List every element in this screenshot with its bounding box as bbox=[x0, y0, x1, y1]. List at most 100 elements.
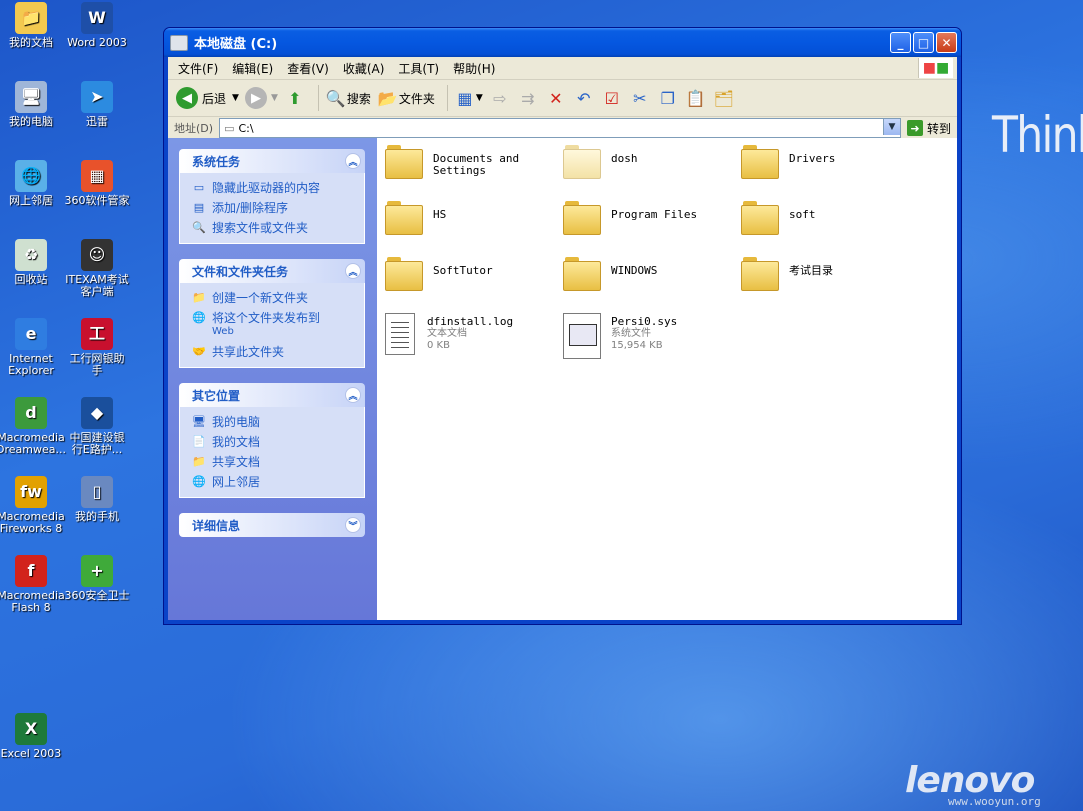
task-link[interactable]: 🌐 将这个文件夹发布到 Web bbox=[192, 311, 354, 339]
cut-button[interactable]: ✂ bbox=[629, 87, 651, 109]
desktop-icon[interactable]: ◆ 中国建设银 行E路护... bbox=[58, 397, 136, 456]
folder-icon bbox=[741, 145, 779, 179]
task-link-text: 共享文档 bbox=[212, 455, 260, 469]
menu-tools[interactable]: 工具(T) bbox=[398, 60, 439, 77]
file-item[interactable]: Persi0.sys 系统文件 15,954 KB bbox=[563, 313, 733, 359]
views-button[interactable]: ▦ ▼ bbox=[454, 87, 482, 109]
properties-button[interactable]: ☑ bbox=[601, 87, 623, 109]
search-button[interactable]: 🔍 搜索 bbox=[325, 87, 371, 109]
task-panel-header[interactable]: 其它位置 ︽ bbox=[179, 383, 365, 407]
up-folder-button[interactable]: ⬆ bbox=[284, 87, 306, 109]
file-type: 文本文档 bbox=[427, 328, 467, 339]
desktop-app-icon: ▯ bbox=[81, 476, 113, 508]
task-panel-header[interactable]: 详细信息 ︾ bbox=[179, 513, 365, 537]
address-value: C:\ bbox=[238, 121, 254, 135]
documents-icon: 📄 bbox=[192, 435, 206, 448]
task-panel-header[interactable]: 系统任务 ︽ bbox=[179, 149, 365, 173]
delete-button[interactable]: ✕ bbox=[545, 87, 567, 109]
task-link[interactable]: ▭ 隐藏此驱动器的内容 bbox=[192, 181, 354, 195]
forward-button[interactable]: ▶ ▼ bbox=[244, 87, 278, 109]
file-info: dfinstall.log 文本文档 0 KB bbox=[427, 313, 513, 352]
menu-edit[interactable]: 编辑(E) bbox=[232, 60, 273, 77]
copy-button[interactable]: ❐ bbox=[657, 87, 679, 109]
task-link[interactable]: 🤝 共享此文件夹 bbox=[192, 345, 354, 359]
desktop-icon[interactable]: ☺ ITEXAM考试 客户端 bbox=[58, 239, 136, 298]
move-to-button[interactable]: ⇨ bbox=[489, 87, 511, 109]
task-link-label: 将这个文件夹发布到 bbox=[212, 311, 321, 325]
task-panel-title: 详细信息 bbox=[192, 518, 241, 533]
undo-button[interactable]: ↶ bbox=[573, 87, 595, 109]
menu-favorites[interactable]: 收藏(A) bbox=[343, 60, 385, 77]
folder-item[interactable]: SoftTutor bbox=[385, 257, 555, 291]
share-icon: 🤝 bbox=[192, 345, 206, 358]
go-arrow-icon: ➜ bbox=[906, 120, 923, 136]
collapse-icon[interactable]: ︽ bbox=[345, 387, 361, 403]
desktop-icon-label: 我的手机 bbox=[75, 510, 119, 523]
task-link[interactable]: 📁 共享文档 bbox=[192, 455, 354, 469]
chevron-down-icon[interactable]: ▼ bbox=[882, 119, 900, 135]
menu-help[interactable]: 帮助(H) bbox=[453, 60, 495, 77]
task-panel-title: 其它位置 bbox=[192, 388, 241, 403]
collapse-icon[interactable]: ︽ bbox=[345, 153, 361, 169]
desktop-icon[interactable]: X Excel 2003 bbox=[0, 713, 70, 760]
folder-item[interactable]: Drivers bbox=[741, 145, 911, 179]
desktop-app-icon: f bbox=[15, 555, 47, 587]
go-button[interactable]: ➜ 转到 bbox=[906, 120, 951, 137]
folder-options-button[interactable]: 🗂 bbox=[713, 87, 735, 109]
copy-icon: ❐ bbox=[660, 88, 675, 108]
folder-item[interactable]: Documents and Settings bbox=[385, 145, 555, 179]
task-link[interactable]: 🔍 搜索文件或文件夹 bbox=[192, 221, 354, 235]
text-document-icon bbox=[385, 313, 415, 355]
task-link[interactable]: 🌐 网上邻居 bbox=[192, 475, 354, 489]
title-bar[interactable]: 本地磁盘 (C:) bbox=[164, 28, 961, 57]
forward-arrow-icon: ▶ bbox=[244, 87, 267, 109]
task-panel-body: 📁 创建一个新文件夹 🌐 将这个文件夹发布到 Web 🤝 共享此文件夹 bbox=[179, 283, 365, 368]
folder-item[interactable]: dosh bbox=[563, 145, 733, 179]
task-link[interactable]: 📁 创建一个新文件夹 bbox=[192, 291, 354, 305]
address-input[interactable]: ▭ C:\ ▼ bbox=[219, 118, 901, 138]
desktop-icon[interactable]: ▯ 我的手机 bbox=[58, 476, 136, 523]
menu-file[interactable]: 文件(F) bbox=[178, 60, 218, 77]
folder-item[interactable]: HS bbox=[385, 201, 555, 235]
folder-item[interactable]: soft bbox=[741, 201, 911, 235]
task-link[interactable]: ▤ 添加/删除程序 bbox=[192, 201, 354, 215]
copy-to-icon: ⇉ bbox=[521, 88, 535, 108]
desktop-icon[interactable]: ➤ 迅雷 bbox=[58, 81, 136, 128]
copy-to-button[interactable]: ⇉ bbox=[517, 87, 539, 109]
file-info: Drivers bbox=[789, 145, 835, 165]
folder-item[interactable]: 考试目录 bbox=[741, 257, 911, 291]
file-name: HS bbox=[433, 208, 447, 221]
folder-item[interactable]: WINDOWS bbox=[563, 257, 733, 291]
minimize-button[interactable]: _ bbox=[890, 32, 911, 53]
file-item[interactable]: dfinstall.log 文本文档 0 KB bbox=[385, 313, 555, 355]
file-info: SoftTutor bbox=[433, 257, 493, 277]
file-info: soft bbox=[789, 201, 816, 221]
windows-flag-icon: ■ ■ bbox=[918, 58, 953, 78]
desktop-icon[interactable]: W Word 2003 bbox=[58, 2, 136, 49]
desktop-icon[interactable]: ▦ 360软件管家 bbox=[58, 160, 136, 207]
close-button[interactable]: ✕ bbox=[936, 32, 957, 53]
folder-item[interactable]: Program Files bbox=[563, 201, 733, 235]
maximize-button[interactable]: □ bbox=[913, 32, 934, 53]
task-link[interactable]: 🖥 我的电脑 bbox=[192, 415, 354, 429]
desktop-app-icon: 工 bbox=[81, 318, 113, 350]
task-link[interactable]: 📄 我的文档 bbox=[192, 435, 354, 449]
task-panel-header[interactable]: 文件和文件夹任务 ︽ bbox=[179, 259, 365, 283]
desktop-icon-label: ITEXAM考试 客户端 bbox=[65, 273, 129, 298]
shared-docs-icon: 📁 bbox=[192, 455, 206, 468]
network-icon: 🌐 bbox=[192, 475, 206, 488]
paste-button[interactable]: 📋 bbox=[685, 87, 707, 109]
file-info: Program Files bbox=[611, 201, 697, 221]
desktop-app-icon: 📁 bbox=[15, 2, 47, 34]
desktop-icon[interactable]: +360安全卫士 bbox=[58, 555, 136, 602]
task-panel-title: 系统任务 bbox=[192, 154, 241, 169]
desktop-icon[interactable]: 工工行网银助 手 bbox=[58, 318, 136, 377]
back-button[interactable]: ◀ 后退 ▼ bbox=[176, 87, 239, 109]
collapse-icon[interactable]: ︽ bbox=[345, 263, 361, 279]
expand-icon[interactable]: ︾ bbox=[345, 517, 361, 533]
system-file-icon bbox=[563, 313, 601, 359]
menu-view[interactable]: 查看(V) bbox=[287, 60, 329, 77]
folders-button[interactable]: 📂 文件夹 bbox=[377, 87, 435, 109]
file-type: 系统文件 bbox=[611, 328, 651, 339]
file-name: WINDOWS bbox=[611, 264, 658, 277]
